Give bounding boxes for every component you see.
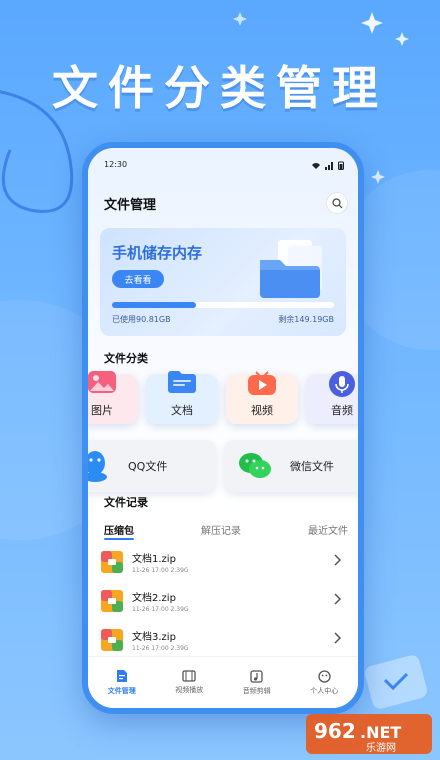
status-time: 12:30 <box>104 160 128 169</box>
zip-file-icon <box>101 590 123 612</box>
view-storage-button[interactable]: 去看看 <box>112 270 164 288</box>
storage-progress-fill <box>112 302 197 308</box>
battery-icon <box>338 161 344 170</box>
zip-file-icon <box>101 551 123 573</box>
category-images[interactable]: 图片 <box>88 371 138 424</box>
storage-card[interactable]: 手机储存内存 去看看 已使用90.81GB 剩余149.19GB <box>100 228 346 336</box>
file-row[interactable]: 文档2.zip 11-26 17:00 2.39G <box>100 583 348 622</box>
image-icon <box>88 371 116 393</box>
search-icon <box>331 197 342 208</box>
wifi-icon <box>312 162 320 169</box>
tab-extract-history[interactable]: 解压记录 <box>201 522 241 537</box>
nav-label: 视频播放 <box>175 686 204 694</box>
phone-frame: 12:30 文件管理 手机储存内存 去看看 已使用90.81GB 剩余149.1… <box>82 142 364 714</box>
nav-audio-editor[interactable]: 音频剪辑 <box>223 657 291 708</box>
status-icons <box>311 161 344 170</box>
storage-progress-bar <box>112 302 334 308</box>
watermark-number: 962 <box>314 719 356 743</box>
nav-video-player[interactable]: 视频播放 <box>156 657 224 708</box>
nav-label: 个人中心 <box>310 686 339 695</box>
tab-recent-files[interactable]: 最近文件 <box>308 522 348 537</box>
category-videos[interactable]: 视频 <box>226 371 298 424</box>
status-bar: 12:30 <box>104 160 344 172</box>
category-label: 音频 <box>331 404 353 417</box>
nav-label: 音频剪辑 <box>242 686 271 695</box>
bottom-navigation: 文件管理 视频播放 音频剪辑 个人中心 <box>88 656 358 708</box>
qq-files-label: QQ文件 <box>128 460 168 473</box>
category-label: 文档 <box>171 404 193 417</box>
tab-archives[interactable]: 压缩包 <box>104 522 134 540</box>
file-row[interactable]: 文档1.zip 11-26 17:00 2.39G <box>100 544 348 583</box>
file-meta: 11-26 17:00 2.39G <box>132 645 189 652</box>
folder-illustration-icon <box>260 240 322 298</box>
nav-file-manager[interactable]: 文件管理 <box>88 657 156 708</box>
folder-icon <box>168 371 196 393</box>
category-label: 图片 <box>91 404 113 417</box>
records-tabs: 压缩包 解压记录 最近文件 <box>104 522 348 540</box>
page-title: 文件管理 <box>104 198 157 213</box>
video-icon <box>248 371 276 395</box>
category-row: 图片 文档 视频 音频 <box>88 371 358 424</box>
wechat-files-label: 微信文件 <box>290 460 334 473</box>
app-screen: 12:30 文件管理 手机储存内存 去看看 已使用90.81GB 剩余149.1… <box>88 148 358 708</box>
file-meta: 11-26 17:00 2.39G <box>132 567 189 574</box>
microphone-icon <box>329 371 355 397</box>
qq-icon <box>88 451 107 482</box>
site-watermark-logo: 962 .NET 乐游网 <box>306 714 432 754</box>
file-name: 文档3.zip <box>132 632 176 643</box>
storage-remaining-label: 剩余149.19GB <box>278 315 334 324</box>
watermark-site: 乐游网 <box>366 741 396 754</box>
storage-title: 手机储存内存 <box>112 244 203 262</box>
chevron-right-icon <box>334 554 342 566</box>
file-name: 文档1.zip <box>132 554 176 565</box>
search-button[interactable] <box>326 192 348 214</box>
nav-profile[interactable]: 个人中心 <box>291 657 359 708</box>
category-label: 视频 <box>251 404 273 417</box>
quick-access-row: QQ文件 微信文件 <box>88 440 358 492</box>
nav-label: 文件管理 <box>107 687 136 695</box>
qq-files-card[interactable]: QQ文件 <box>88 440 216 492</box>
watermark-suffix: .NET <box>360 723 401 742</box>
category-audio[interactable]: 音频 <box>306 371 358 424</box>
wechat-files-card[interactable]: 微信文件 <box>224 440 358 492</box>
chevron-right-icon <box>334 632 342 644</box>
storage-used-label: 已使用90.81GB <box>112 315 171 324</box>
records-section-title: 文件记录 <box>104 496 148 509</box>
file-list: 文档1.zip 11-26 17:00 2.39G 文档2.zip 11-26 … <box>100 544 348 661</box>
signal-icon <box>325 161 333 170</box>
categories-section-title: 文件分类 <box>104 352 148 365</box>
category-documents[interactable]: 文档 <box>146 371 218 424</box>
file-icon <box>116 670 127 682</box>
promo-headline: 文件分类管理 <box>52 61 388 115</box>
file-meta: 11-26 17:00 2.39G <box>132 606 189 613</box>
zip-file-icon <box>101 629 123 651</box>
chevron-right-icon <box>334 593 342 605</box>
user-icon <box>318 669 331 683</box>
file-name: 文档2.zip <box>132 593 176 604</box>
wechat-icon <box>239 453 271 478</box>
film-icon <box>182 670 196 682</box>
music-icon <box>250 669 263 683</box>
